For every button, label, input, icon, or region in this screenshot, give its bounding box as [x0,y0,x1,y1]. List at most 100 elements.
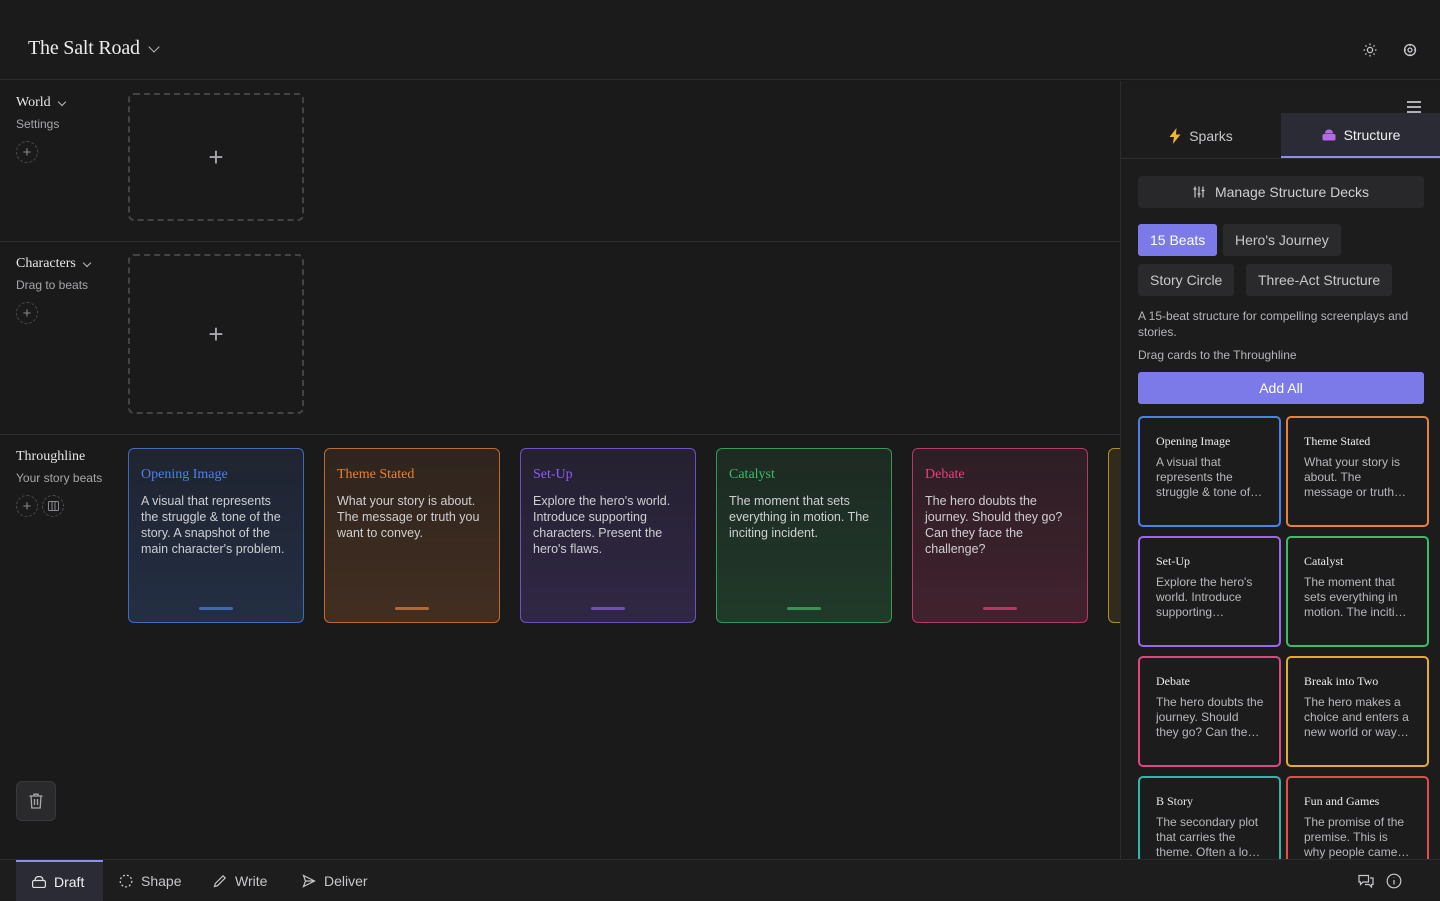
tab-structure-label: Structure [1343,126,1401,143]
drag-hint: Drag cards to the Throughline [1138,348,1297,362]
send-icon [302,873,316,888]
throughline-beat-card-partial[interactable] [1108,448,1120,623]
add-world-button[interactable]: + [16,141,38,163]
deck-15-beats[interactable]: 15 Beats [1138,224,1218,256]
structure-card-description: The moment that sets everything in motio… [1304,575,1408,619]
top-bar: The Salt Road [0,0,1440,80]
chat-icon [1358,874,1374,888]
world-row-toggle[interactable]: World [16,95,116,111]
beat-description: What your story is about. The message or… [337,494,480,540]
comments-button[interactable] [1356,871,1376,891]
throughline-beat-card[interactable]: Theme Stated What your story is about. Th… [324,448,500,623]
tab-shape[interactable]: Shape [103,860,197,901]
manage-structure-decks-button[interactable]: Manage Structure Decks [1138,176,1424,208]
columns-view-button[interactable] [42,495,64,517]
structure-card[interactable]: Break into Two The hero makes a choice an… [1286,656,1429,767]
throughline-beat-card[interactable]: Opening Image A visual that represents th… [128,448,304,623]
deck-heros-journey[interactable]: Hero's Journey [1223,224,1341,256]
trash-icon [29,793,43,809]
throughline-beat-card[interactable]: Catalyst The moment that sets everything … [716,448,892,623]
tab-draft-label: Draft [54,873,85,890]
sliders-icon [1193,186,1205,198]
deck-description: A 15-beat structure for compelling scree… [1138,309,1409,339]
tab-write[interactable]: Write [197,860,283,901]
world-row-label: World Settings + [16,95,116,163]
project-title-dropdown[interactable]: The Salt Road [28,37,160,60]
drag-handle[interactable] [983,607,1017,610]
structure-card-title: Fun and Games [1304,794,1380,808]
tab-shape-label: Shape [141,872,182,889]
panel-tabs: Sparks Structure [1121,113,1440,159]
beat-title: Debate [925,467,965,482]
characters-row-label: Characters Drag to beats + [16,256,116,324]
structure-card-description: The hero doubts the journey. Should they… [1156,695,1264,739]
tab-write-label: Write [235,872,268,889]
world-dropzone[interactable]: + [128,93,304,221]
structure-card[interactable]: B Story The secondary plot that carries t… [1138,776,1281,859]
plus-icon: + [208,141,224,172]
tab-sparks[interactable]: Sparks [1121,113,1281,158]
structure-card-title: Theme Stated [1304,434,1371,448]
chevron-down-icon [148,40,160,53]
structure-card-description: The secondary plot that carries the them… [1156,815,1261,859]
throughline-row-subtitle: Your story beats [16,471,103,485]
sun-icon [1363,43,1377,57]
layers-icon [1322,129,1336,140]
add-character-button[interactable]: + [16,302,38,324]
story-canvas: World Settings + + Characters Drag to be… [0,81,1120,859]
tab-structure[interactable]: Structure [1281,113,1440,158]
deck-three-act-structure[interactable]: Three-Act Structure [1246,264,1393,296]
beat-description: The hero doubts the journey. Should they… [925,494,1063,556]
hamburger-icon [1407,101,1421,103]
structure-card[interactable]: Catalyst The moment that sets everything … [1286,536,1429,647]
plus-icon: + [22,497,32,515]
plus-icon: + [22,143,32,161]
beat-description: A visual that represents the struggle & … [141,494,285,556]
add-all-button[interactable]: Add All [1138,372,1424,404]
drag-handle[interactable] [199,607,233,610]
characters-row: Characters Drag to beats + + [0,242,1120,435]
theme-toggle-button[interactable] [1360,40,1380,60]
characters-row-toggle[interactable]: Characters [16,256,116,272]
tab-draft[interactable]: Draft [16,860,103,901]
structure-panel: Sparks Structure Manage Structure Decks … [1120,81,1440,859]
lightning-icon [1169,127,1181,144]
characters-row-subtitle: Drag to beats [16,278,89,292]
manage-structure-decks-label: Manage Structure Decks [1214,184,1370,200]
structure-card-title: B Story [1156,794,1194,808]
structure-card[interactable]: Debate The hero doubts the journey. Shoul… [1138,656,1281,767]
plus-icon: + [208,318,224,349]
characters-dropzone[interactable]: + [128,254,304,414]
project-title: The Salt Road [28,37,140,59]
info-button[interactable] [1384,871,1404,891]
structure-card-description: A visual that represents the struggle & … [1156,455,1251,499]
info-icon [1386,873,1402,889]
structure-card[interactable]: Theme Stated What your story is about. Th… [1286,416,1429,527]
structure-card-description: The promise of the premise. This is why … [1304,815,1411,859]
tab-deliver[interactable]: Deliver [286,860,384,901]
characters-row-title: Characters [16,256,76,271]
structure-card[interactable]: Opening Image A visual that represents th… [1138,416,1281,527]
add-beat-button[interactable]: + [16,495,38,517]
beat-title: Catalyst [729,467,775,482]
beat-title: Theme Stated [337,467,415,482]
deck-story-circle[interactable]: Story Circle [1138,264,1235,296]
panel-menu-button[interactable] [1407,101,1421,113]
structure-card-title: Catalyst [1304,554,1344,568]
throughline-row-title: Throughline [16,449,86,464]
beat-title: Set-Up [533,467,573,482]
structure-card[interactable]: Fun and Games The promise of the premise.… [1286,776,1429,859]
throughline-beat-card[interactable]: Set-Up Explore the hero's world. Introduc… [520,448,696,623]
drag-handle[interactable] [787,607,821,610]
throughline-beat-card[interactable]: Debate The hero doubts the journey. Shoul… [912,448,1088,623]
structure-card-title: Set-Up [1156,554,1190,568]
trash-button[interactable] [16,781,56,821]
settings-button[interactable] [1400,40,1420,60]
tab-deliver-label: Deliver [324,872,368,889]
drag-handle[interactable] [395,607,429,610]
structure-card[interactable]: Set-Up Explore the hero's world. Introduc… [1138,536,1281,647]
world-row-title: World [16,95,51,110]
structure-card-description: The hero makes a choice and enters a new… [1304,695,1411,739]
drag-handle[interactable] [591,607,625,610]
world-row: World Settings + + [0,81,1120,242]
